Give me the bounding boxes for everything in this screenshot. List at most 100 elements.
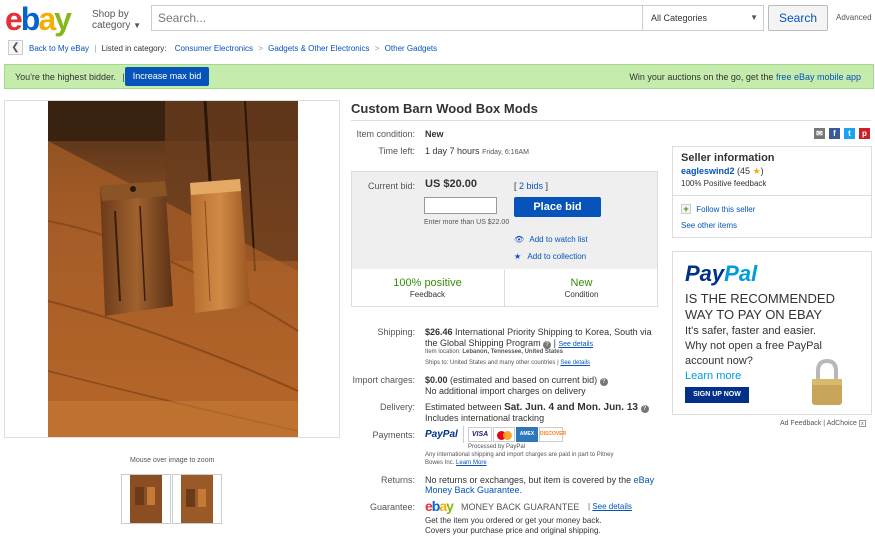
breadcrumb-separator: | xyxy=(94,44,97,53)
money-back-guarantee-link[interactable]: Money Back Guarantee. xyxy=(425,485,522,495)
shop-by-category[interactable]: Shop by category ▼ xyxy=(92,9,141,31)
breadcrumb-separator: > xyxy=(374,44,380,53)
logo-letter-a: a xyxy=(38,1,56,37)
feedback-value: 100% positive xyxy=(393,277,462,289)
ad-feedback-link[interactable]: Ad Feedback xyxy=(780,420,821,427)
adchoice-link[interactable]: AdChoice xyxy=(827,420,857,427)
pinterest-icon[interactable]: p xyxy=(859,128,870,139)
add-to-watch-list[interactable]: 👁 Add to watch list xyxy=(514,235,588,244)
adchoice-icon[interactable]: x xyxy=(858,420,866,427)
time-left-label: Time left: xyxy=(378,146,415,156)
place-bid-button[interactable]: Place bid xyxy=(514,197,601,217)
mastercard-icon xyxy=(493,427,515,442)
plus-icon: + xyxy=(681,204,691,214)
amex-icon: AMEX xyxy=(516,427,538,442)
logo-letter-y: y xyxy=(54,1,72,37)
current-bid-value: US $20.00 xyxy=(425,178,477,190)
info-icon[interactable]: ? xyxy=(599,378,608,386)
breadcrumb-item-gadgets[interactable]: Gadgets & Other Electronics xyxy=(268,44,369,53)
seller-score: (45 xyxy=(737,166,751,176)
listed-in-label: Listed in category: xyxy=(101,44,167,53)
feedback-label: Feedback xyxy=(409,290,446,299)
email-icon[interactable]: ✉ xyxy=(814,128,825,139)
shipping-line2: the Global Shipping Program ? | See deta… xyxy=(425,338,594,349)
bid-amount-input[interactable] xyxy=(424,197,497,214)
padlock-icon xyxy=(812,359,842,405)
seller-score-close: ) xyxy=(760,166,764,176)
shop-by-line1: Shop by xyxy=(92,9,129,20)
mobile-app-link[interactable]: free eBay mobile app xyxy=(776,72,861,82)
guarantee-label: Guarantee: xyxy=(369,502,415,512)
paypal-ad[interactable]: PayPal IS THE RECOMMENDED WAY TO PAY ON … xyxy=(679,259,865,410)
mobile-app-promo: Win your auctions on the go, get the fre… xyxy=(629,72,861,82)
import-charges-label: Import charges: xyxy=(352,375,415,385)
ebay-logo[interactable]: ebay xyxy=(5,1,72,37)
seller-username[interactable]: eagleswind2 xyxy=(681,166,735,176)
twitter-icon[interactable]: t xyxy=(844,128,855,139)
search-input[interactable] xyxy=(152,6,642,30)
shop-by-line2: category ▼ xyxy=(92,20,142,31)
category-select[interactable]: All Categories ▼ xyxy=(642,6,764,30)
returns-line1: No returns or exchanges, but item is cov… xyxy=(425,475,655,485)
ad-learn-more[interactable]: Learn more xyxy=(685,370,741,382)
shipping-label: Shipping: xyxy=(377,327,415,337)
item-condition-label: Item condition: xyxy=(356,129,415,139)
highest-bidder-message: You're the highest bidder. | xyxy=(15,72,125,82)
item-title: Custom Barn Wood Box Mods xyxy=(351,101,538,116)
ad-body-2: Why not open a free PayPal xyxy=(685,340,822,352)
main-item-image[interactable] xyxy=(4,100,340,438)
follow-seller[interactable]: + Follow this seller xyxy=(681,204,755,214)
ad-body-1: It's safer, faster and easier. xyxy=(685,325,817,337)
info-icon[interactable]: ? xyxy=(543,341,552,349)
paypal-logo: PayPal xyxy=(425,429,458,440)
star-icon: ★ xyxy=(752,166,761,176)
seller-info-heading: Seller information xyxy=(681,152,775,164)
logo-letter-b: b xyxy=(20,1,40,37)
time-left-value: 1 day 7 hours Friday, 6:16AM xyxy=(425,146,530,156)
delivery-estimate: Estimated between Sat. Jun. 4 and Mon. J… xyxy=(425,402,649,413)
breadcrumb-separator: > xyxy=(258,44,263,53)
info-icon[interactable]: ? xyxy=(640,405,649,413)
processed-by-paypal: Processed by PayPal xyxy=(468,444,526,450)
payments-divider xyxy=(463,426,464,443)
shipping-see-details[interactable]: See details xyxy=(558,341,593,348)
seller-divider xyxy=(672,195,872,196)
money-back-guarantee-badge: MONEY BACK GUARANTEE xyxy=(461,502,580,512)
increase-max-bid-button[interactable]: Increase max bid xyxy=(125,67,209,86)
see-other-items[interactable]: See other items xyxy=(681,221,737,230)
ebay-link[interactable]: eBay xyxy=(634,475,655,485)
guarantee-line2: Covers your purchase price and original … xyxy=(425,526,601,535)
thumbnail-1[interactable] xyxy=(121,474,171,524)
logo-letter-e: e xyxy=(5,1,23,37)
payments-learn-more[interactable]: Learn More xyxy=(456,460,487,466)
thumbnail-image xyxy=(181,475,213,523)
back-to-my-ebay-link[interactable]: Back to My eBay xyxy=(29,44,89,53)
breadcrumb-item-other-gadgets[interactable]: Other Gadgets xyxy=(385,44,437,53)
seller-positive-feedback: 100% Positive feedback xyxy=(681,179,767,188)
paypal-ad-logo: PayPal xyxy=(685,261,758,286)
import-charges-note: No additional import charges on delivery xyxy=(425,386,586,396)
ships-to-see-details[interactable]: See details xyxy=(560,360,590,366)
ad-body-3: account now? xyxy=(685,355,753,367)
item-condition-value: New xyxy=(425,129,444,139)
ad-headline-1: IS THE RECOMMENDED xyxy=(685,291,835,306)
advanced-search-link[interactable]: Advanced xyxy=(836,13,872,22)
guarantee-details: | See details xyxy=(588,502,632,511)
import-charges-value: $0.00 (estimated and based on current bi… xyxy=(425,375,608,386)
guarantee-see-details[interactable]: See details xyxy=(592,502,632,511)
add-to-collection[interactable]: ★ Add to collection xyxy=(514,252,586,261)
bids-count[interactable]: [ 2 bids ] xyxy=(514,181,548,191)
breadcrumb-item-consumer-electronics[interactable]: Consumer Electronics xyxy=(175,44,253,53)
ad-headline-2: WAY TO PAY ON EBAY xyxy=(685,307,823,322)
ad-footer: Ad Feedback | AdChoice x xyxy=(780,420,866,427)
ad-sign-up-button[interactable]: SIGN UP NOW xyxy=(685,387,749,403)
chevron-down-icon: ▼ xyxy=(133,21,142,30)
eye-icon: 👁 xyxy=(514,235,525,244)
search-button[interactable]: Search xyxy=(768,5,828,31)
thumbnail-2[interactable] xyxy=(172,474,222,524)
back-arrow-icon[interactable]: ❮ xyxy=(8,40,23,55)
facebook-icon[interactable]: f xyxy=(829,128,840,139)
highest-bidder-banner: You're the highest bidder. | Increase ma… xyxy=(4,64,874,89)
payments-note-line2: Bowes Inc. Learn More xyxy=(425,460,487,466)
seller-username-row: eagleswind2 (45 ★) xyxy=(681,166,764,177)
